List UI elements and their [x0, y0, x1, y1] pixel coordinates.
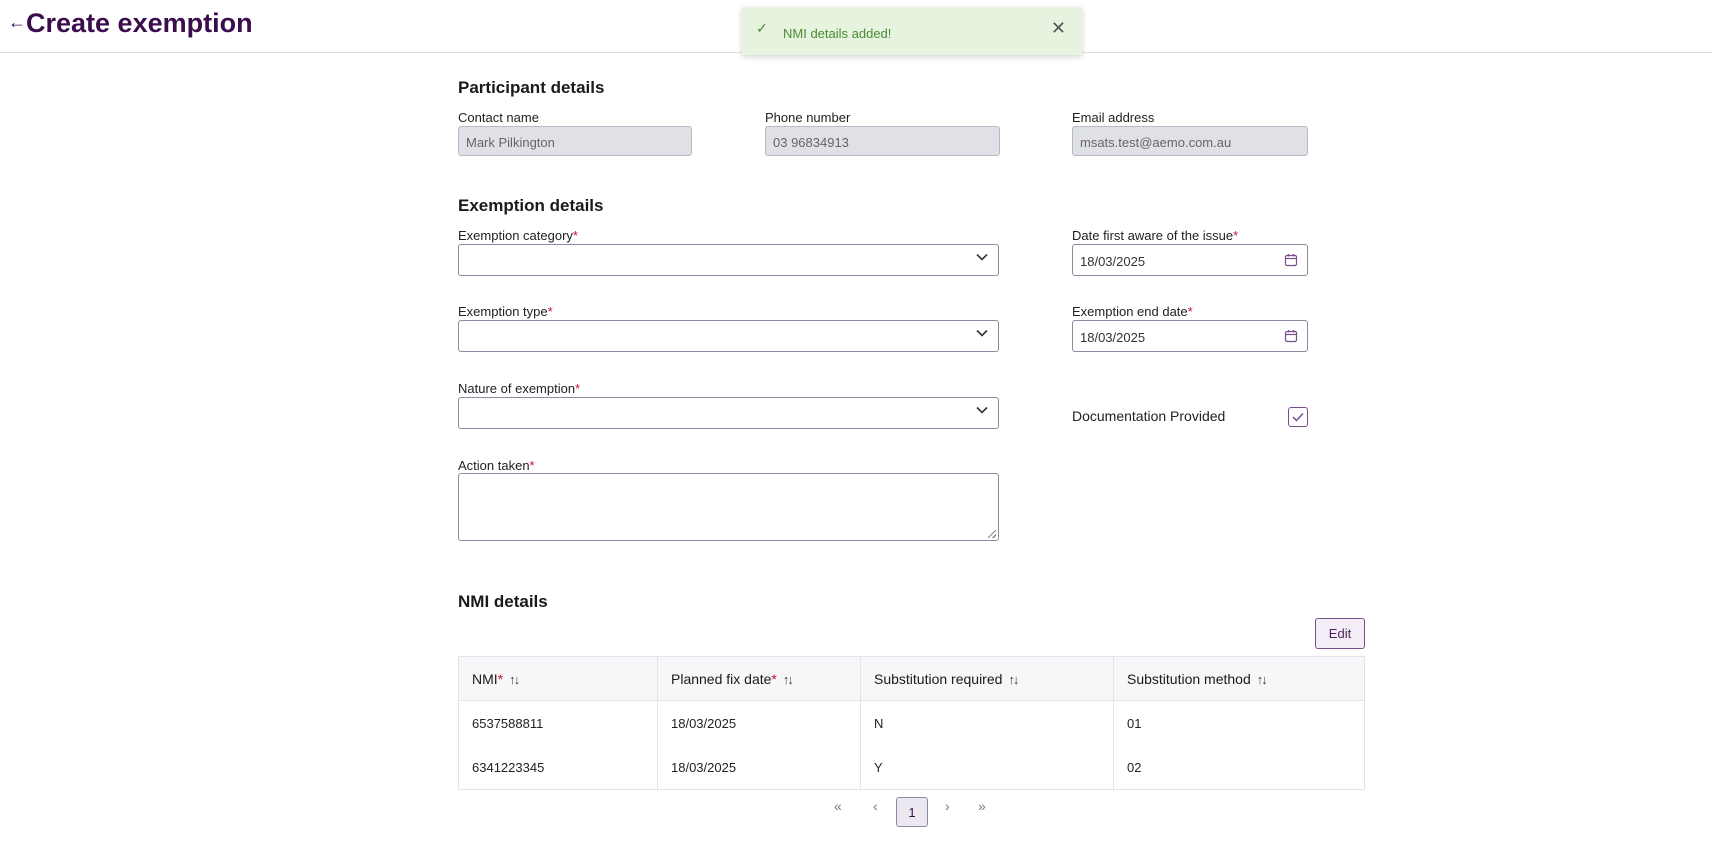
nmi-cell: 6537588811 [458, 700, 658, 745]
column-header-planned-fix-date[interactable]: Planned fix date* ↑↓ [657, 656, 861, 701]
action-taken-textarea[interactable] [458, 473, 999, 541]
table-header-row: NMI* ↑↓ Planned fix date* ↑↓ Substitution … [458, 656, 1365, 701]
planned-fix-date-cell: 18/03/2025 [657, 745, 861, 790]
end-date-value: 18/03/2025 [1080, 330, 1146, 345]
page-title: Create exemption [26, 8, 253, 38]
end-date-label: Exemption end date* [1072, 304, 1193, 319]
sort-icon[interactable]: ↑↓ [1257, 672, 1268, 687]
contact-name-label: Contact name [458, 110, 539, 125]
next-page-button[interactable]: › [945, 798, 950, 814]
email-address-field: msats.test@aemo.com.au [1072, 126, 1308, 156]
last-page-button[interactable]: » [978, 798, 986, 814]
table-row: 6537588811 18/03/2025 N 01 [458, 700, 1365, 745]
column-header-substitution-required[interactable]: Substitution required ↑↓ [860, 656, 1114, 701]
date-aware-input[interactable]: 18/03/2025 [1072, 244, 1308, 276]
calendar-icon[interactable] [1284, 329, 1298, 343]
documentation-provided-label: Documentation Provided [1072, 408, 1226, 424]
nature-of-exemption-label: Nature of exemption* [458, 381, 581, 396]
resize-grip-icon[interactable] [988, 530, 996, 538]
substitution-required-cell: Y [860, 745, 1114, 790]
page-1-button[interactable]: 1 [896, 797, 928, 827]
date-aware-label: Date first aware of the issue* [1072, 228, 1239, 243]
nmi-heading: NMI details [458, 592, 548, 611]
contact-name-field: Mark Pilkington [458, 126, 692, 156]
check-icon [1292, 412, 1304, 422]
documentation-provided-checkbox[interactable] [1288, 407, 1308, 427]
exemption-heading: Exemption details [458, 196, 604, 215]
end-date-input[interactable]: 18/03/2025 [1072, 320, 1308, 352]
substitution-required-cell: N [860, 700, 1114, 745]
sort-icon[interactable]: ↑↓ [509, 672, 520, 687]
arrow-left-icon[interactable]: ← [8, 12, 26, 33]
nmi-cell: 6341223345 [458, 745, 658, 790]
substitution-method-cell: 02 [1113, 745, 1365, 790]
chevron-down-icon [976, 253, 988, 261]
nmi-table: NMI* ↑↓ Planned fix date* ↑↓ Substitution … [458, 656, 1365, 790]
participant-heading: Participant details [458, 78, 605, 97]
phone-number-field: 03 96834913 [765, 126, 1000, 156]
chevron-down-icon [976, 406, 988, 414]
date-aware-value: 18/03/2025 [1080, 254, 1146, 269]
email-address-label: Email address [1072, 110, 1155, 125]
first-page-button[interactable]: « [834, 798, 842, 814]
table-row: 6341223345 18/03/2025 Y 02 [458, 745, 1365, 790]
substitution-method-cell: 01 [1113, 700, 1365, 745]
previous-page-button[interactable]: ‹ [873, 798, 878, 814]
planned-fix-date-cell: 18/03/2025 [657, 700, 861, 745]
edit-button[interactable]: Edit [1315, 618, 1365, 649]
chevron-down-icon [976, 329, 988, 337]
column-header-nmi[interactable]: NMI* ↑↓ [458, 656, 658, 701]
toast-message: NMI details added! [783, 26, 892, 41]
sort-icon[interactable]: ↑↓ [783, 672, 794, 687]
action-taken-label: Action taken* [458, 458, 535, 473]
close-icon[interactable]: ✕ [1051, 18, 1066, 39]
check-icon: ✓ [756, 20, 768, 36]
phone-number-label: Phone number [765, 110, 851, 125]
exemption-category-select[interactable] [458, 244, 999, 276]
nature-of-exemption-select[interactable] [458, 397, 999, 429]
exemption-type-select[interactable] [458, 320, 999, 352]
exemption-category-label: Exemption category* [458, 228, 578, 243]
exemption-type-label: Exemption type* [458, 304, 553, 319]
success-toast: ✓ NMI details added! ✕ [742, 7, 1082, 55]
column-header-substitution-method[interactable]: Substitution method ↑↓ [1113, 656, 1365, 701]
calendar-icon[interactable] [1284, 253, 1298, 267]
sort-icon[interactable]: ↑↓ [1008, 672, 1019, 687]
